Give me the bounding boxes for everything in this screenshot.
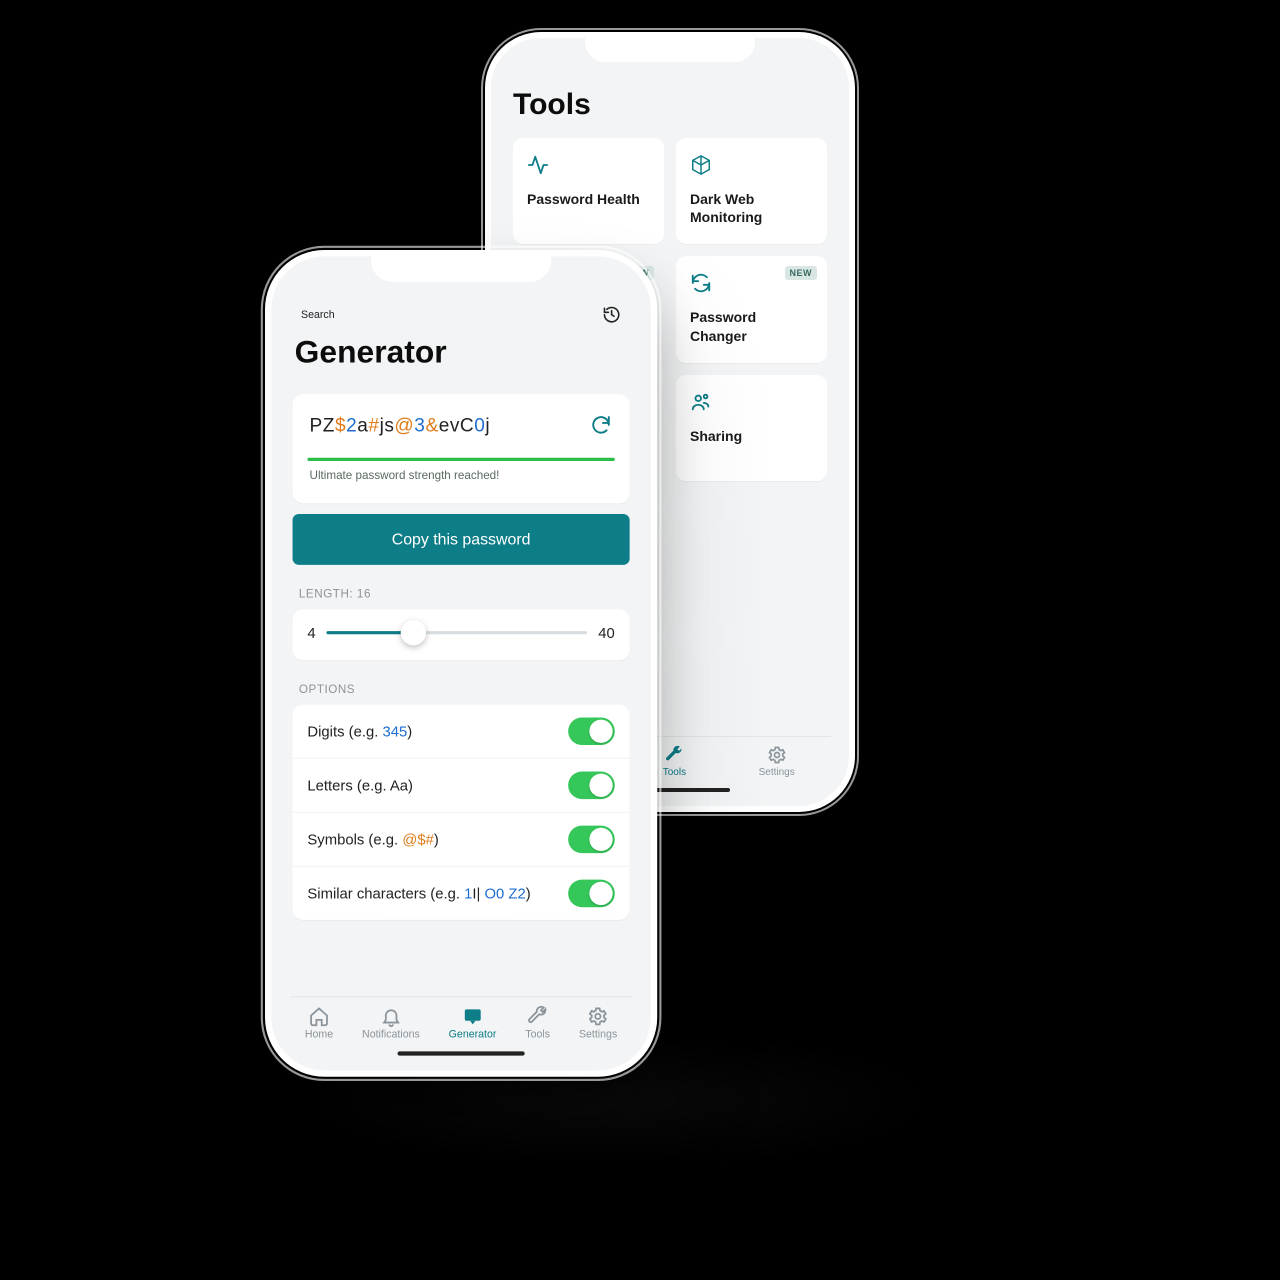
tab-label: Tools [663, 767, 686, 778]
tab-label: Settings [759, 767, 795, 778]
length-max: 40 [598, 624, 615, 641]
tab-settings[interactable]: Settings [759, 745, 795, 778]
option-label: Symbols (e.g. @$#) [307, 831, 438, 848]
gear-icon [587, 1006, 608, 1027]
status-bar: Search [290, 305, 631, 330]
password-card: PZ$2a#js@3&evC0j Ultimate password stren… [293, 394, 630, 503]
new-badge: NEW [785, 266, 818, 280]
tool-password-changer[interactable]: NEW Password Changer [676, 256, 827, 362]
tab-bar: Home Notifications Generator Tools Settings [290, 996, 631, 1045]
page-title: Generator [295, 335, 628, 371]
page-title: Tools [513, 88, 827, 122]
cube-icon [690, 154, 813, 176]
tab-label: Generator [449, 1029, 497, 1041]
generated-password: PZ$2a#js@3&evC0j [310, 414, 491, 436]
option-toggle[interactable] [568, 880, 615, 908]
tool-label: Password Health [527, 190, 650, 208]
tab-label: Settings [579, 1029, 617, 1041]
tool-sharing[interactable]: Sharing [676, 375, 827, 481]
regenerate-icon[interactable] [589, 413, 612, 436]
tool-label: Password Changer [690, 308, 813, 344]
gear-icon [767, 745, 787, 765]
length-min: 4 [307, 624, 315, 641]
tool-label: Sharing [690, 427, 813, 445]
options-list: Digits (e.g. 345) Letters (e.g. Aa) Symbol… [293, 705, 630, 920]
tab-label: Home [305, 1029, 333, 1041]
wrench-icon [527, 1006, 548, 1027]
option-row: Letters (e.g. Aa) [293, 758, 630, 812]
length-label: LENGTH: 16 [299, 588, 623, 601]
length-card: 4 40 [293, 609, 630, 660]
activity-icon [527, 154, 650, 176]
home-icon [308, 1006, 329, 1027]
tool-password-health[interactable]: Password Health [513, 138, 664, 244]
tab-home[interactable]: Home [305, 1006, 333, 1041]
option-toggle[interactable] [568, 826, 615, 854]
people-icon [690, 391, 813, 413]
strength-caption: Ultimate password strength reached! [310, 469, 613, 482]
copy-password-button[interactable]: Copy this password [293, 514, 630, 565]
option-row: Similar characters (e.g. 1I| O0 Z2) [293, 866, 630, 920]
tool-label: Dark Web Monitoring [690, 190, 813, 226]
options-label: OPTIONS [299, 684, 623, 697]
tab-notifications[interactable]: Notifications [362, 1006, 420, 1041]
option-label: Letters (e.g. Aa) [307, 777, 413, 794]
home-indicator[interactable] [398, 1051, 525, 1055]
option-label: Similar characters (e.g. 1I| O0 Z2) [307, 885, 530, 902]
option-row: Symbols (e.g. @$#) [293, 812, 630, 866]
phone-generator: Search Generator PZ$2a#js@3&evC0j Ultima… [265, 250, 657, 1077]
status-icons [602, 305, 621, 324]
option-label: Digits (e.g. 345) [307, 723, 412, 740]
tab-label: Tools [525, 1029, 550, 1041]
option-row: Digits (e.g. 345) [293, 705, 630, 758]
length-slider[interactable] [326, 622, 587, 643]
strength-meter [307, 458, 614, 461]
option-toggle[interactable] [568, 772, 615, 800]
notch [585, 32, 755, 62]
chat-icon [462, 1006, 483, 1027]
tab-label: Notifications [362, 1029, 420, 1041]
bell-icon [380, 1006, 401, 1027]
notch [371, 250, 551, 282]
tab-generator[interactable]: Generator [449, 1006, 497, 1041]
status-search-label: Search [301, 309, 335, 321]
tool-dark-web[interactable]: Dark Web Monitoring [676, 138, 827, 244]
history-icon[interactable] [602, 305, 621, 324]
tab-settings[interactable]: Settings [579, 1006, 617, 1041]
wrench-icon [664, 745, 684, 765]
tab-tools[interactable]: Tools [525, 1006, 550, 1041]
option-toggle[interactable] [568, 717, 615, 745]
tab-tools[interactable]: Tools [663, 745, 686, 778]
